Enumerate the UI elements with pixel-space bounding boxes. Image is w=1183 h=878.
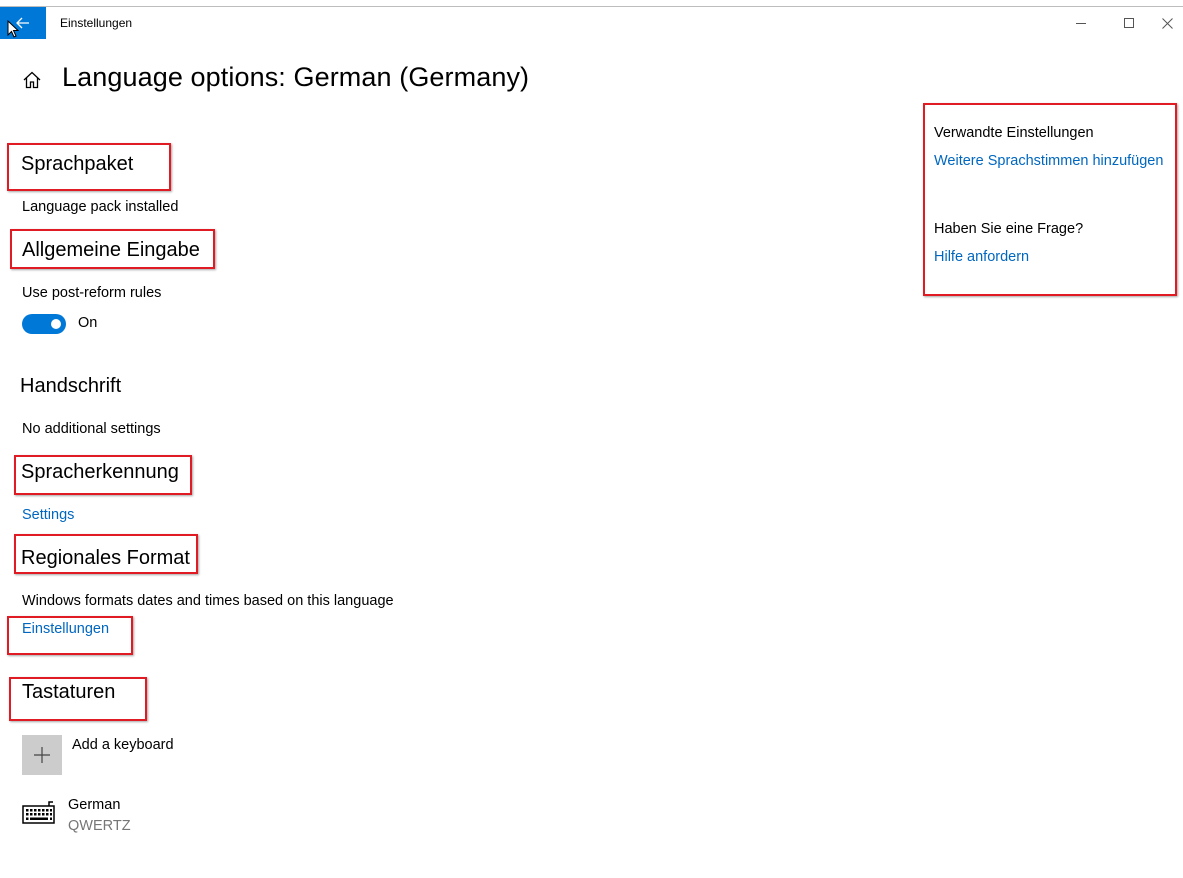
post-reform-rules-toggle[interactable] bbox=[22, 314, 66, 334]
page-title: Language options: German (Germany) bbox=[62, 62, 530, 92]
section-heading-handwriting: Handschrift bbox=[20, 375, 122, 397]
keyboard-layout: QWERTZ bbox=[68, 818, 131, 834]
toggle-state-label: On bbox=[78, 315, 98, 331]
minimize-button[interactable] bbox=[1058, 7, 1104, 39]
toggle-knob bbox=[51, 319, 61, 329]
minimize-icon bbox=[1076, 23, 1086, 24]
add-keyboard-button[interactable] bbox=[22, 735, 62, 775]
close-button[interactable] bbox=[1152, 7, 1183, 39]
section-heading-speech: Spracherkennung bbox=[21, 461, 179, 483]
speech-settings-link[interactable]: Settings bbox=[22, 507, 74, 523]
title-bar: Einstellungen bbox=[0, 7, 1183, 39]
maximize-icon bbox=[1124, 18, 1134, 28]
related-settings-heading: Verwandte Einstellungen bbox=[934, 125, 1094, 141]
maximize-button[interactable] bbox=[1106, 7, 1152, 39]
top-border bbox=[0, 0, 1183, 7]
keyboard-icon[interactable] bbox=[22, 800, 56, 826]
language-pack-status: Language pack installed bbox=[22, 199, 179, 215]
home-icon[interactable] bbox=[22, 70, 42, 90]
add-voices-link[interactable]: Weitere Sprachstimmen hinzufügen bbox=[934, 153, 1163, 169]
regional-format-description: Windows formats dates and times based on… bbox=[22, 593, 394, 609]
add-keyboard-label[interactable]: Add a keyboard bbox=[72, 737, 174, 753]
get-help-link[interactable]: Hilfe anfordern bbox=[934, 249, 1029, 265]
handwriting-status: No additional settings bbox=[22, 421, 161, 437]
keyboard-name[interactable]: German bbox=[68, 797, 120, 813]
section-heading-keyboards: Tastaturen bbox=[22, 681, 116, 703]
question-heading: Haben Sie eine Frage? bbox=[934, 221, 1084, 237]
plus-icon bbox=[34, 747, 50, 763]
mouse-cursor-icon bbox=[7, 20, 19, 38]
regional-format-settings-link[interactable]: Einstellungen bbox=[22, 621, 109, 637]
section-heading-general-input: Allgemeine Eingabe bbox=[22, 239, 200, 261]
post-reform-rules-label: Use post-reform rules bbox=[22, 285, 162, 301]
section-heading-language-pack: Sprachpaket bbox=[21, 153, 134, 175]
close-icon bbox=[1162, 17, 1173, 29]
section-heading-regional-format: Regionales Format bbox=[21, 547, 190, 569]
app-title: Einstellungen bbox=[60, 16, 133, 30]
